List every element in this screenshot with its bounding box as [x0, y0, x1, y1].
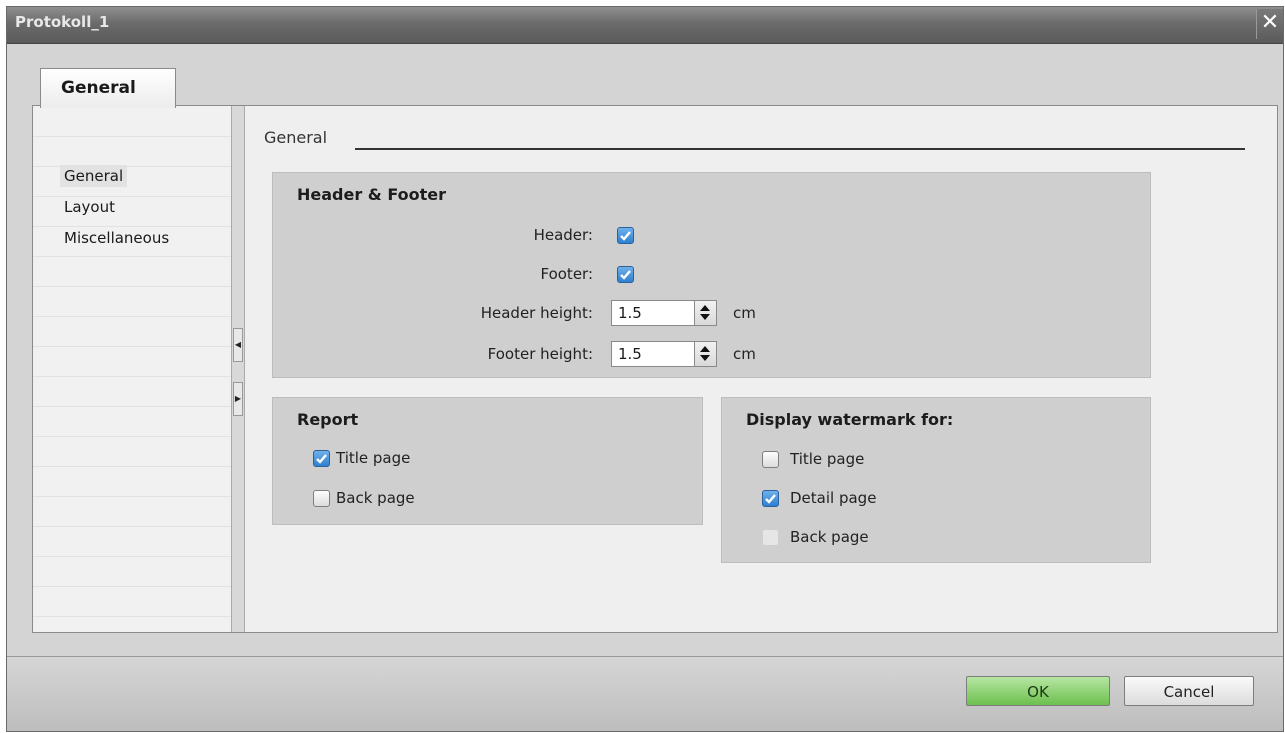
- header-footer-panel: Header & Footer Header: Footer: Header h…: [272, 172, 1151, 378]
- stepper-arrows[interactable]: [694, 301, 716, 325]
- tab-content: General Layout Miscellaneous ◀ ▶ General…: [32, 105, 1278, 633]
- cancel-button[interactable]: Cancel: [1124, 676, 1254, 706]
- header-height-stepper[interactable]: 1.5: [611, 300, 717, 326]
- expand-right-button[interactable]: ▶: [233, 382, 243, 416]
- report-title-page-label[interactable]: Title page: [336, 449, 410, 467]
- footer-height-unit: cm: [733, 345, 756, 363]
- dialog-button-bar: OK Cancel: [7, 656, 1283, 731]
- report-title: Report: [297, 410, 359, 429]
- watermark-back-page-label[interactable]: Back page: [790, 528, 869, 546]
- nav-row-divider: [33, 586, 231, 587]
- watermark-back-page-checkbox[interactable]: [762, 529, 779, 546]
- dialog-window: Protokoll_1 ✕ General General Layout Mis…: [6, 6, 1284, 732]
- watermark-detail-page-label[interactable]: Detail page: [790, 489, 876, 507]
- section-divider: [355, 148, 1245, 150]
- header-footer-title: Header & Footer: [297, 185, 446, 204]
- nav-row-divider: [33, 376, 231, 377]
- header-checkbox[interactable]: [617, 227, 634, 244]
- report-back-page-checkbox[interactable]: [313, 490, 330, 507]
- nav-row-divider: [33, 136, 231, 137]
- nav-row-divider: [33, 316, 231, 317]
- report-back-page-label[interactable]: Back page: [336, 489, 415, 507]
- close-icon: ✕: [1260, 10, 1280, 35]
- checkmark-icon: [620, 231, 631, 241]
- title-bar[interactable]: Protokoll_1 ✕: [7, 7, 1283, 44]
- footer-label: Footer:: [540, 265, 593, 283]
- watermark-panel: Display watermark for: Title page Detail…: [721, 397, 1151, 563]
- footer-height-label: Footer height:: [487, 345, 593, 363]
- watermark-title-page-checkbox[interactable]: [762, 451, 779, 468]
- nav-row-divider: [33, 256, 231, 257]
- close-button[interactable]: ✕: [1256, 9, 1283, 39]
- collapse-left-button[interactable]: ◀: [233, 328, 243, 362]
- arrow-left-icon: ◀: [234, 340, 242, 349]
- ok-button[interactable]: OK: [966, 676, 1110, 706]
- header-height-label: Header height:: [480, 304, 593, 322]
- checkmark-icon: [620, 270, 631, 280]
- section-title: General: [264, 128, 328, 147]
- footer-height-value: 1.5: [618, 345, 642, 363]
- nav-item-layout[interactable]: Layout: [60, 196, 119, 218]
- settings-pane: General Header & Footer Header: Footer: …: [245, 106, 1277, 632]
- nav-row-divider: [33, 346, 231, 347]
- footer-height-stepper[interactable]: 1.5: [611, 341, 717, 367]
- nav-row-divider: [33, 496, 231, 497]
- window-title: Protokoll_1: [15, 13, 110, 31]
- tab-general[interactable]: General: [40, 68, 176, 108]
- header-label: Header:: [533, 226, 593, 244]
- nav-row-divider: [33, 466, 231, 467]
- pane-splitter[interactable]: ◀ ▶: [231, 106, 245, 632]
- arrow-down-icon[interactable]: [700, 314, 710, 320]
- watermark-title-page-label[interactable]: Title page: [790, 450, 864, 468]
- watermark-detail-page-checkbox[interactable]: [762, 490, 779, 507]
- nav-row-divider: [33, 526, 231, 527]
- navigation-pane: General Layout Miscellaneous: [33, 106, 231, 632]
- watermark-title: Display watermark for:: [746, 410, 954, 429]
- footer-checkbox[interactable]: [617, 266, 634, 283]
- nav-row-divider: [33, 286, 231, 287]
- nav-row-divider: [33, 436, 231, 437]
- nav-row-divider: [33, 556, 231, 557]
- nav-item-general[interactable]: General: [60, 165, 128, 187]
- arrow-right-icon: ▶: [234, 394, 242, 403]
- report-panel: Report Title page Back page: [272, 397, 703, 525]
- stepper-arrows[interactable]: [694, 342, 716, 366]
- nav-row-divider: [33, 616, 231, 617]
- nav-row-divider: [33, 406, 231, 407]
- nav-item-miscellaneous[interactable]: Miscellaneous: [60, 227, 173, 249]
- checkmark-icon: [316, 454, 327, 464]
- header-height-value: 1.5: [618, 304, 642, 322]
- arrow-up-icon[interactable]: [700, 305, 710, 311]
- header-height-unit: cm: [733, 304, 756, 322]
- checkmark-icon: [765, 494, 776, 504]
- tab-general-label: General: [61, 78, 136, 98]
- report-title-page-checkbox[interactable]: [313, 450, 330, 467]
- arrow-down-icon[interactable]: [700, 355, 710, 361]
- arrow-up-icon[interactable]: [700, 346, 710, 352]
